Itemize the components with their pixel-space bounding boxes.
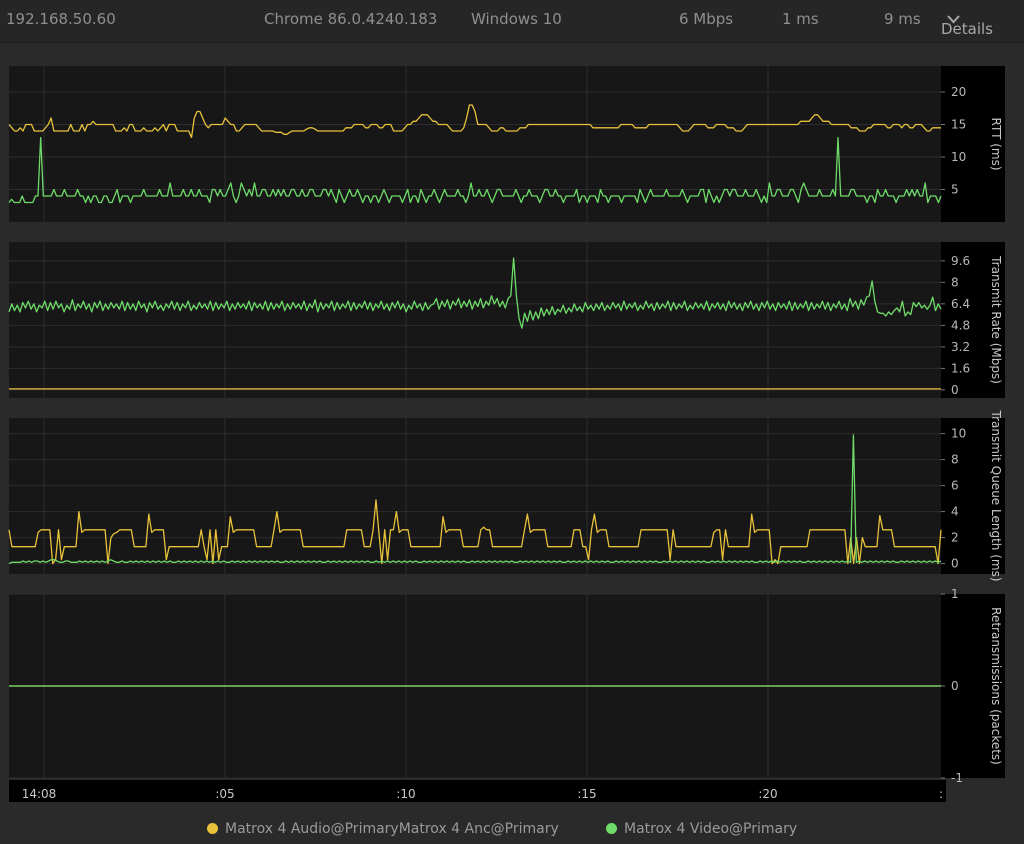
y-tick-label-2: 1 [951, 587, 959, 601]
plot-background [9, 418, 941, 574]
y-tick-label-2: 4 [951, 505, 959, 519]
legend-dot-audio [207, 823, 218, 834]
y-tick-label-6: 9.6 [951, 254, 970, 268]
y-axis-label: Transmit Rate (Mbps) [989, 255, 1003, 384]
y-tick-label-0: 0 [951, 557, 959, 571]
charts-area: 5101520RTT (ms)01.63.24.86.489.6 Transmit… [8, 66, 1005, 802]
legend-label-video: Matrox 4 Video@Primary [624, 821, 798, 837]
plot-background [9, 242, 941, 398]
y-tick-label-0: -1 [951, 771, 963, 785]
y-tick-label-1: 1.6 [951, 361, 970, 375]
y-tick-label-4: 8 [951, 453, 959, 467]
x-tick-label-2: :10 [396, 787, 415, 801]
x-axis: 14:08 :05 :10 :15 :20: [9, 780, 946, 802]
y-tick-label-3: 4.8 [951, 318, 970, 332]
chart-panel-1: 5 10 15 20 RTT (ms) [8, 66, 1005, 222]
x-axis-background [9, 780, 946, 802]
legend: Matrox 4 Audio@PrimaryMatrox 4 Anc@Prima… [0, 818, 1024, 842]
legend-item-video[interactable]: Matrox 4 Video@Primary [606, 821, 797, 837]
y-tick-label-3: 20 [951, 85, 966, 99]
y-axis-label: RTT (ms) [989, 117, 1003, 170]
plot-background [9, 66, 941, 222]
y-tick-label-4: 6.4 [951, 297, 970, 311]
y-tick-label-3: 6 [951, 479, 959, 493]
x-tick-label-4: :20 [758, 787, 777, 801]
y-tick-label-5: 8 [951, 275, 959, 289]
legend-label-audio: Matrox 4 Audio@PrimaryMatrox 4 Anc@Prima… [225, 821, 559, 837]
y-tick-label-1: 0 [951, 679, 959, 693]
y-tick-label-2: 15 [951, 118, 966, 132]
legend-item-audio[interactable]: Matrox 4 Audio@PrimaryMatrox 4 Anc@Prima… [207, 821, 559, 837]
x-tick-label-5: : [939, 787, 943, 801]
chart-panel-2: 0 1.6 3.2 4.8 6.4 8 9.6 Transmit Rate (Mbps) [8, 242, 1005, 398]
y-tick-label-2: 3.2 [951, 340, 970, 354]
chart-panel-3: 0 2 4 6 8 10 Transmit Queue Length (ms) [8, 410, 1005, 582]
y-axis-label: Transmit Queue Length (ms) [989, 410, 1003, 582]
y-tick-label-0: 0 [951, 383, 959, 397]
legend-dot-video [606, 823, 617, 834]
x-tick-label-0: 14:08 [22, 787, 57, 801]
y-tick-label-5: 10 [951, 427, 966, 441]
x-tick-label-1: :05 [215, 787, 234, 801]
chart-panel-4: -1 0 1 Retransmissions (packets) [9, 587, 1005, 785]
y-tick-label-0: 5 [951, 183, 959, 197]
y-tick-label-1: 2 [951, 531, 959, 545]
x-tick-label-3: :15 [577, 787, 596, 801]
y-tick-label-1: 10 [951, 150, 966, 164]
y-axis-label: Retransmissions (packets) [989, 607, 1003, 765]
